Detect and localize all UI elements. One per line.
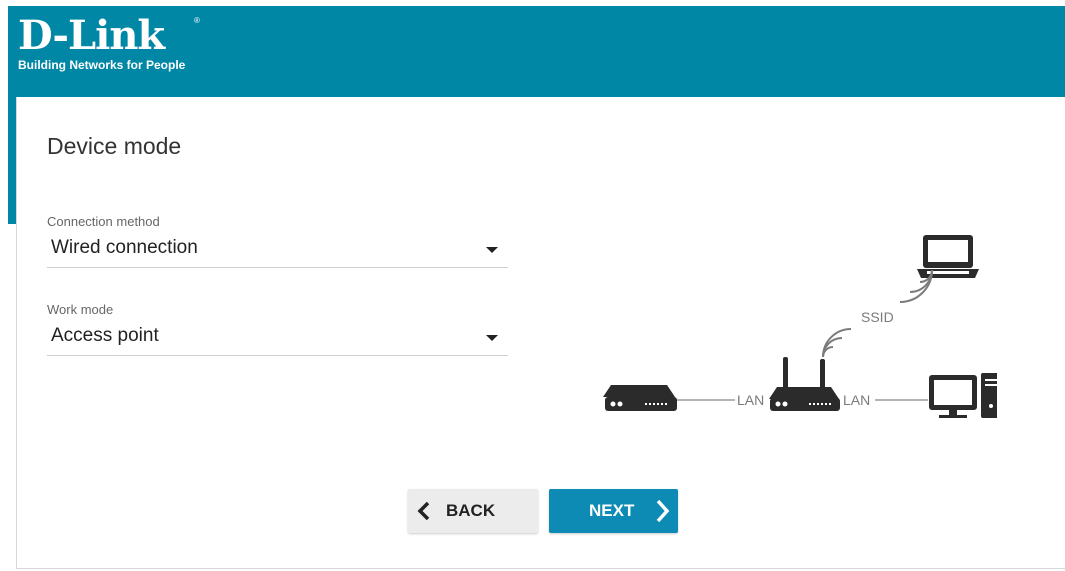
work-mode-row[interactable]: Access point [47, 317, 508, 355]
page-title: Device mode [47, 133, 182, 159]
desktop-computer-icon [929, 373, 997, 418]
lan-label-right: LAN [843, 392, 870, 408]
registered-mark: ® [194, 16, 200, 25]
chevron-left-icon [417, 501, 430, 521]
connection-method-value[interactable]: Wired connection [51, 237, 198, 259]
wifi-signal-icon [822, 328, 852, 358]
router-icon [769, 357, 840, 411]
ssid-label: SSID [861, 309, 894, 325]
next-button[interactable]: NEXT [549, 489, 678, 533]
back-button[interactable]: BACK [408, 489, 538, 533]
logo-tagline: Building Networks for People [18, 58, 186, 72]
app-window: D-Link ® Building Networks for People De… [0, 0, 1065, 571]
modem-icon [603, 385, 677, 411]
work-mode-select[interactable]: Work mode Access point [47, 302, 508, 356]
work-mode-label: Work mode [47, 302, 114, 317]
network-diagram: SSID LAN LAN [603, 235, 997, 418]
connection-method-label: Connection method [47, 214, 160, 229]
connection-method-select[interactable]: Connection method Wired connection [47, 214, 508, 268]
logo-text: D-Link [18, 12, 165, 59]
work-mode-value[interactable]: Access point [51, 325, 159, 347]
chevron-right-icon [657, 499, 670, 523]
next-button-label: NEXT [589, 501, 635, 520]
chevron-down-icon[interactable] [486, 335, 498, 341]
laptop-icon [917, 235, 979, 278]
lan-label-left: LAN [737, 392, 764, 408]
wizard-card: Device mode Connection method Wired conn… [16, 97, 1065, 569]
back-button-label: BACK [446, 501, 496, 520]
dlink-logo: D-Link ® Building Networks for People [18, 12, 200, 73]
chevron-down-icon[interactable] [486, 247, 498, 253]
connection-method-row[interactable]: Wired connection [47, 229, 508, 267]
